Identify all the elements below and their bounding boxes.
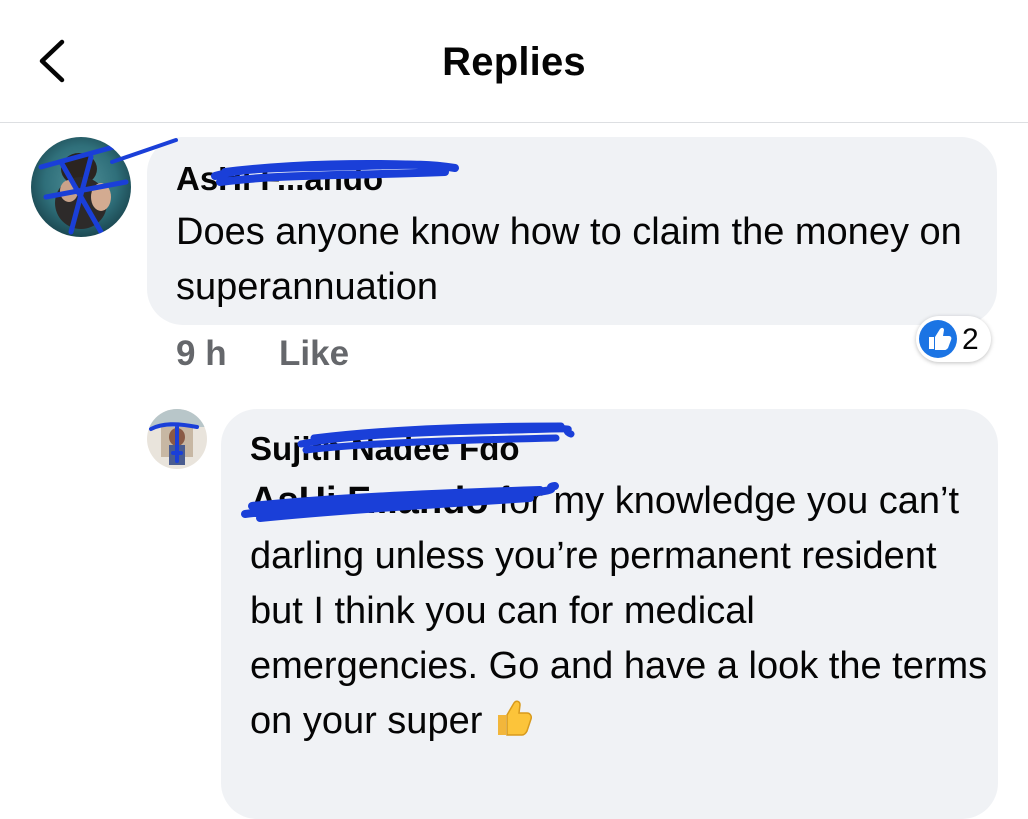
comment-text: Does anyone know how to claim the money … — [176, 211, 962, 308]
avatar-photo — [147, 409, 207, 469]
like-reaction-icon — [919, 320, 957, 358]
thumbs-up-emoji-icon — [492, 697, 533, 755]
reply-avatar[interactable] — [147, 409, 207, 469]
page-title: Replies — [442, 40, 586, 84]
avatar[interactable] — [31, 137, 131, 237]
reply-text: AsHi F...ando for my knowledge you can’t … — [250, 474, 990, 755]
avatar-photo — [31, 137, 131, 237]
comment-timestamp: 9 h — [176, 334, 227, 373]
like-button[interactable]: Like — [279, 334, 349, 374]
reaction-count: 2 — [962, 323, 979, 356]
comment-author-name[interactable]: AsHi F...ando — [176, 160, 383, 198]
reaction-count-badge[interactable]: 2 — [916, 316, 991, 362]
reply-mention[interactable]: AsHi F...ando — [250, 480, 489, 522]
reply-author-name[interactable]: Sujith Nadee Fdo — [250, 430, 520, 468]
header-bar: Replies — [0, 0, 1028, 123]
